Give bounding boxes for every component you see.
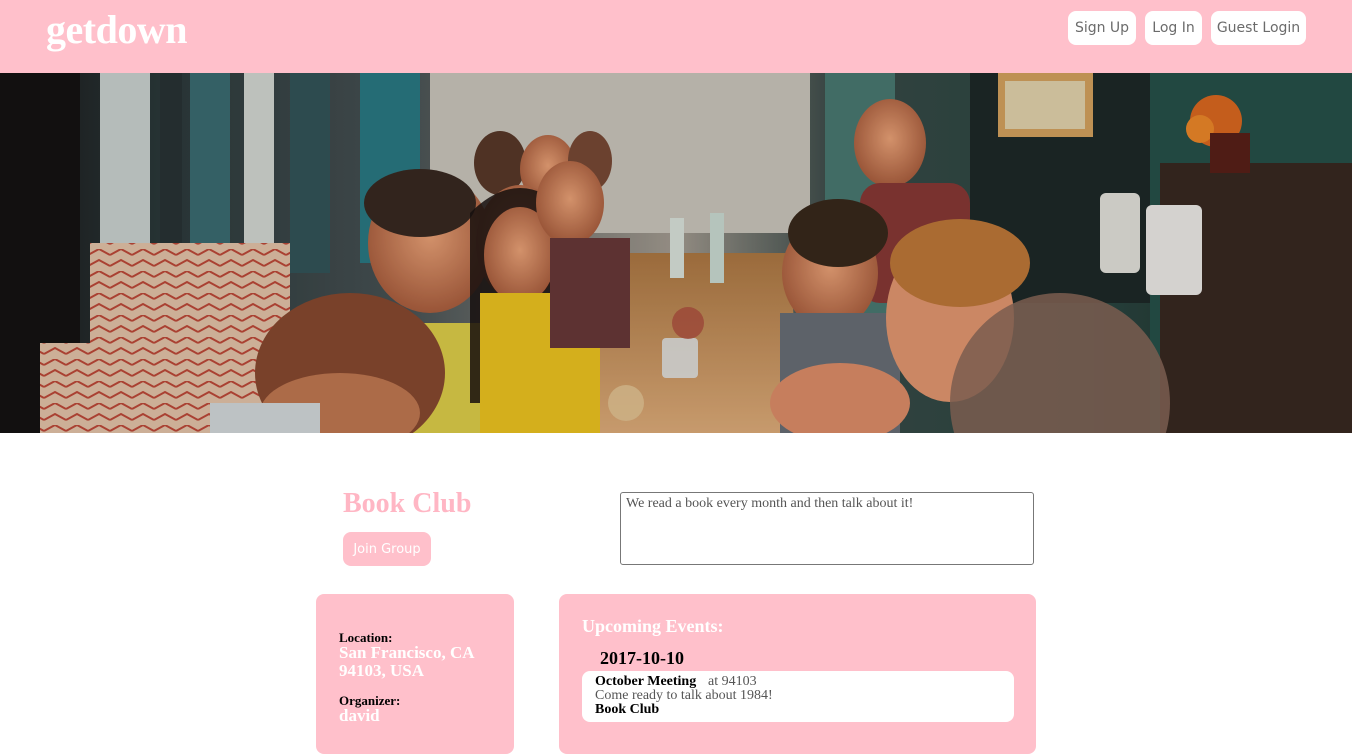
top-navigation-bar: getdown Sign Up Log In Guest Login (0, 0, 1352, 73)
organizer-value[interactable]: david (339, 707, 504, 725)
event-group-name: Book Club (595, 702, 660, 717)
location-value: San Francisco, CA 94103, USA (339, 643, 474, 680)
group-description-textarea[interactable]: We read a book every month and then talk… (620, 492, 1034, 565)
sign-up-button[interactable]: Sign Up (1068, 11, 1136, 45)
restaurant-crowd-photo (0, 73, 1352, 433)
join-group-button[interactable]: Join Group (343, 532, 431, 566)
upcoming-events-card: Upcoming Events: 2017-10-10 October Meet… (559, 594, 1036, 754)
guest-login-button[interactable]: Guest Login (1211, 11, 1306, 45)
group-title: Book Club (343, 488, 472, 519)
event-list-item[interactable]: October Meeting at 94103 Come ready to t… (582, 671, 1014, 722)
event-date: 2017-10-10 (600, 648, 684, 668)
upcoming-events-heading: Upcoming Events: (582, 616, 724, 636)
log-in-button[interactable]: Log In (1145, 11, 1202, 45)
hero-photo (0, 73, 1352, 433)
site-logo[interactable]: getdown (46, 6, 187, 53)
group-info-card: Location: San Francisco, CA 94103, USA O… (316, 594, 514, 754)
